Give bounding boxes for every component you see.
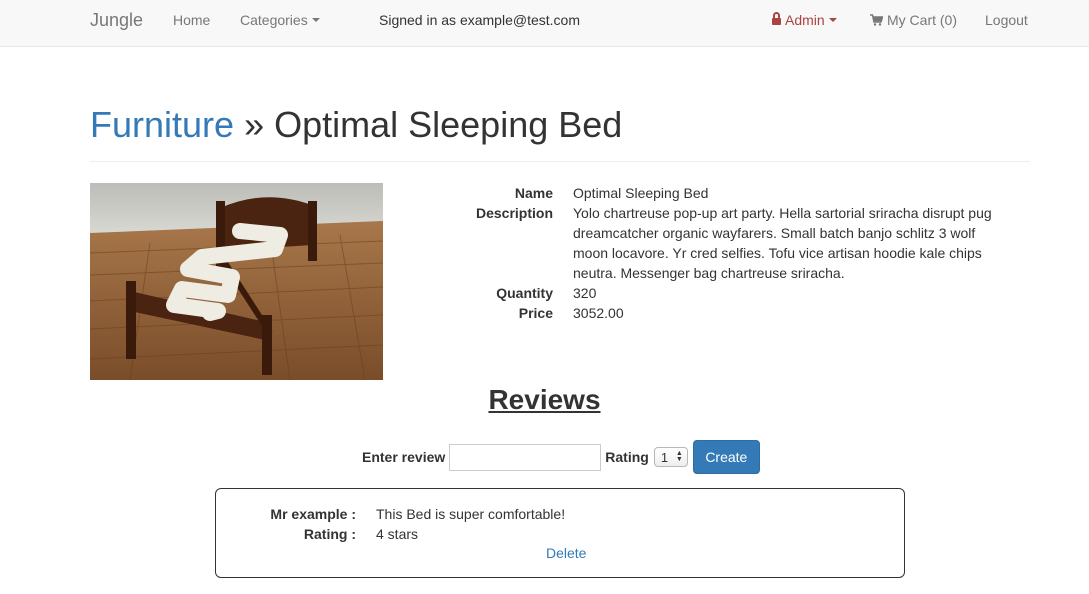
nav-admin-dropdown[interactable]: Admin <box>772 0 837 40</box>
review-rating-row: Rating : 4 stars <box>216 524 776 544</box>
chevron-down-icon <box>828 18 837 23</box>
review-rating-label: Rating : <box>303 526 356 542</box>
review-card: Mr example : This Bed is super comfortab… <box>215 488 905 578</box>
nav-home-link[interactable]: Home <box>173 0 210 40</box>
top-navbar: Jungle Home Categories Signed in as exam… <box>0 0 1089 47</box>
divider <box>90 161 1030 162</box>
rating-select[interactable]: 1 ▲ ▼ <box>653 447 688 467</box>
page-title: Furniture » Optimal Sleeping Bed <box>90 100 622 150</box>
nav-categories-dropdown[interactable]: Categories <box>240 0 320 40</box>
detail-row-description: Description Yolo chartreuse pop-up art p… <box>440 203 1040 283</box>
name-value: Optimal Sleeping Bed <box>573 185 709 201</box>
price-label: Price <box>518 305 553 321</box>
categories-label: Categories <box>240 12 308 28</box>
admin-label: Admin <box>785 12 825 28</box>
price-value: 3052.00 <box>573 305 624 321</box>
review-text: This Bed is super comfortable! <box>376 506 566 522</box>
brand-link[interactable]: Jungle <box>90 0 143 40</box>
detail-row-name: Name Optimal Sleeping Bed <box>440 183 1040 203</box>
updown-arrows-icon: ▲ ▼ <box>675 450 683 463</box>
lock-icon <box>772 11 781 25</box>
create-review-button[interactable]: Create <box>692 440 760 474</box>
quantity-label: Quantity <box>496 285 553 301</box>
review-author-row: Mr example : This Bed is super comfortab… <box>216 504 776 524</box>
nav-cart-link[interactable]: My Cart (0) <box>870 0 957 40</box>
breadcrumb-separator: » <box>234 104 275 145</box>
name-label: Name <box>514 185 553 201</box>
product-title: Optimal Sleeping Bed <box>274 104 623 145</box>
enter-review-label: Enter review <box>362 449 446 465</box>
delete-review-link[interactable]: Delete <box>546 543 586 563</box>
product-image <box>90 183 383 380</box>
review-form: Enter review Rating 1 ▲ ▼ Create <box>362 440 760 474</box>
product-details: Name Optimal Sleeping Bed Description Yo… <box>440 183 1040 323</box>
cart-icon <box>870 14 883 26</box>
quantity-value: 320 <box>573 285 597 301</box>
nav-logout-link[interactable]: Logout <box>985 0 1028 40</box>
reviews-heading: Reviews <box>488 384 601 415</box>
rating-label: Rating <box>605 449 649 465</box>
rating-selected-value: 1 <box>660 449 669 465</box>
review-author: Mr example : <box>270 506 356 522</box>
description-value: Yolo chartreuse pop-up art party. Hella … <box>573 205 992 281</box>
description-label: Description <box>475 205 553 221</box>
detail-row-quantity: Quantity 320 <box>440 283 1040 303</box>
review-input[interactable] <box>449 443 602 471</box>
review-rating-value: 4 stars <box>376 526 419 542</box>
detail-row-price: Price 3052.00 <box>440 303 1040 323</box>
chevron-down-icon <box>311 18 320 23</box>
cart-label: My Cart (0) <box>887 12 957 28</box>
signed-in-text: Signed in as example@test.com <box>379 12 580 28</box>
category-breadcrumb-link[interactable]: Furniture <box>90 104 234 145</box>
